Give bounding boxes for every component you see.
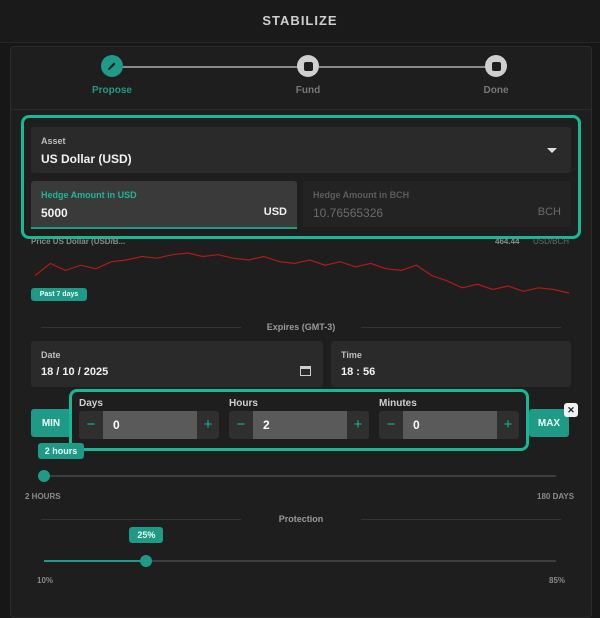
- close-icon[interactable]: ✕: [564, 403, 578, 417]
- max-button[interactable]: MAX: [529, 409, 569, 437]
- step-done-icon[interactable]: [485, 55, 507, 77]
- protection-max-label: 85%: [549, 576, 566, 585]
- protection-slider-badge: 25%: [129, 527, 164, 543]
- duration-min-label: 2 HOURS: [25, 492, 61, 501]
- price-chart: [34, 252, 570, 294]
- step-propose-label: Propose: [91, 85, 132, 96]
- duration-slider-badge: 2 hours: [38, 443, 84, 459]
- calendar-icon[interactable]: [300, 365, 311, 376]
- duration-slider-thumb[interactable]: [38, 470, 50, 482]
- duration-slider-track[interactable]: [44, 475, 556, 477]
- date-input[interactable]: Date 18 / 10 / 2025: [31, 341, 323, 387]
- chart-period-badge: Past 7 days: [31, 288, 87, 301]
- step-propose-icon[interactable]: [101, 55, 123, 77]
- divider: [361, 519, 561, 520]
- time-value: 18 : 56: [341, 366, 376, 378]
- step-done-label: Done: [483, 85, 509, 96]
- min-button[interactable]: MIN: [31, 409, 71, 437]
- divider: [41, 327, 241, 328]
- protection-slider-fill: [44, 560, 147, 562]
- progress-stepper: Propose Fund Done: [11, 47, 591, 110]
- pencil-icon: [108, 62, 116, 70]
- price-label: Price US Dollar (USD/B...: [31, 237, 126, 246]
- app-header: STABILIZE: [0, 0, 600, 43]
- step-fund-icon[interactable]: [297, 55, 319, 77]
- price-value: 464.44: [495, 237, 520, 246]
- stabilize-card: Propose Fund Done Asset US Dollar (USD) …: [10, 46, 592, 618]
- asset-hedge-highlight: [21, 115, 581, 239]
- expires-label: Expires (GMT-3): [266, 322, 336, 332]
- date-label: Date: [41, 350, 61, 360]
- date-value: 18 / 10 / 2025: [41, 366, 109, 378]
- time-label: Time: [341, 350, 362, 360]
- app-title: STABILIZE: [262, 13, 338, 28]
- duration-highlight: [69, 389, 529, 451]
- divider: [361, 327, 561, 328]
- price-unit: USD/BCH: [533, 237, 570, 246]
- price-series-line: [34, 252, 570, 294]
- duration-max-label: 180 DAYS: [537, 492, 575, 501]
- time-input[interactable]: Time 18 : 56: [331, 341, 571, 387]
- protection-label: Protection: [278, 514, 324, 524]
- divider: [41, 519, 241, 520]
- step-connector: [121, 66, 307, 68]
- step-connector: [319, 66, 495, 68]
- protection-min-label: 10%: [37, 576, 54, 585]
- protection-slider-thumb[interactable]: [140, 555, 153, 567]
- step-fund-label: Fund: [295, 85, 321, 96]
